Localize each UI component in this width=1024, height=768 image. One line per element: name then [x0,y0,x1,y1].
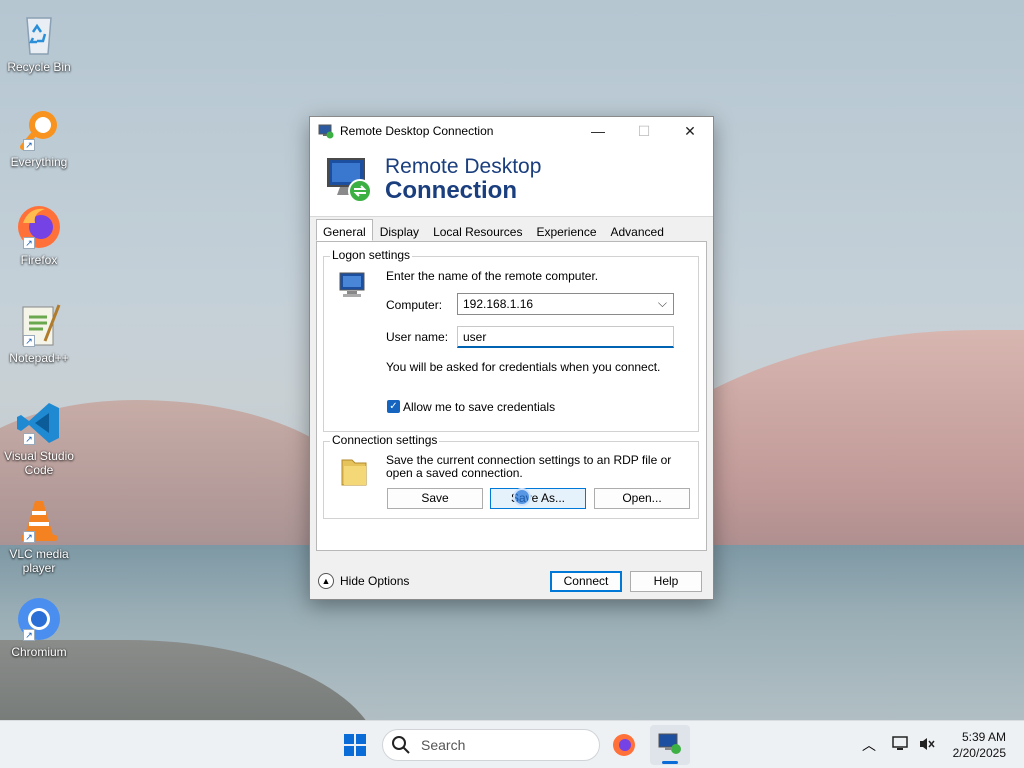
remote-desktop-monitor-icon [324,153,378,207]
vlc-cone-icon: ↗ [15,497,63,545]
desktop-icon-label: Notepad++ [9,351,69,365]
desktop-icon-recycle-bin[interactable]: Recycle Bin [4,10,74,74]
desktop-icon-label: Visual Studio Code [4,449,74,477]
taskbar-remote-desktop-button[interactable] [650,725,690,765]
banner-title-line2: Connection [385,177,517,204]
taskbar-firefox-icon[interactable] [612,733,636,760]
folder-icon [340,456,368,491]
save-credentials-checkbox[interactable]: ✓ [387,400,400,413]
maximize-button[interactable]: ☐ [621,117,667,145]
general-tab-panel: Logon settings Enter the name of the rem… [316,241,707,551]
logon-settings-title: Logon settings [330,248,413,262]
title-bar[interactable]: Remote Desktop Connection — ☐ ✕ [310,117,713,145]
everything-search-icon: ↗ [15,105,63,153]
network-icon[interactable] [892,736,910,755]
username-input[interactable]: user [457,326,674,348]
desktop-icon-label: Firefox [20,253,58,267]
help-button[interactable]: Help [630,571,702,592]
system-clock[interactable]: 5:39 AM 2/20/2025 [953,729,1006,761]
desktop-icon-everything[interactable]: ↗ Everything [4,105,74,169]
tab-advanced[interactable]: Advanced [604,221,671,241]
shortcut-arrow-icon: ↗ [23,433,35,445]
chevron-down-icon[interactable]: ⌵ [658,296,667,311]
shortcut-arrow-icon: ↗ [23,629,35,641]
hide-options-label: Hide Options [340,574,410,588]
volume-muted-icon[interactable] [918,736,936,755]
windows-logo-icon [344,734,354,744]
chromium-icon: ↗ [15,595,63,643]
search-icon [392,736,410,754]
firefox-icon: ↗ [15,203,63,251]
hide-options-toggle[interactable]: ▲ Hide Options [318,573,409,589]
taskbar-search-box[interactable]: Search [382,729,600,761]
shortcut-arrow-icon: ↗ [23,237,35,249]
vscode-icon: ↗ [15,399,63,447]
save-credentials-label[interactable]: Allow me to save credentials [403,400,555,414]
chevron-up-icon[interactable]: ︿ [862,735,876,755]
mouse-cursor-indicator [513,488,531,506]
logon-instruction: Enter the name of the remote computer. [386,269,599,283]
desktop-icon-label: Everything [10,155,68,169]
notepad-plus-plus-icon: ↗ [15,301,63,349]
dialog-banner: Remote Desktop Connection [310,145,713,217]
tab-display[interactable]: Display [373,221,426,241]
username-label: User name: [386,330,449,344]
tab-strip: General Display Local Resources Experien… [316,219,671,242]
desktop-icon-notepad-plus-plus[interactable]: ↗ Notepad++ [4,301,74,365]
banner-title-line1: Remote Desktop [385,155,542,178]
desktop-icon-label: Recycle Bin [7,60,71,74]
close-icon: ✕ [684,122,696,139]
tab-general[interactable]: General [316,219,373,241]
minimize-icon: — [591,123,605,139]
tab-experience[interactable]: Experience [529,221,603,241]
shortcut-arrow-icon: ↗ [23,531,35,543]
taskbar: Search ︿ 5:39 AM 2/20/2025 [0,720,1024,768]
start-button[interactable] [344,734,366,756]
remote-desktop-app-icon [658,733,681,754]
logon-settings-group: Logon settings Enter the name of the rem… [323,248,699,432]
open-button[interactable]: Open... [594,488,690,509]
connection-description: Save the current connection settings to … [386,453,672,480]
recycle-bin-icon [15,10,63,58]
desktop-icon-vscode[interactable]: ↗ Visual Studio Code [4,399,74,477]
remote-desktop-app-icon [318,123,334,139]
shortcut-arrow-icon: ↗ [23,139,35,151]
clock-time: 5:39 AM [961,730,1006,744]
desktop-icon-firefox[interactable]: ↗ Firefox [4,203,74,267]
computer-label: Computer: [386,298,443,312]
username-value: user [463,330,487,344]
search-placeholder: Search [421,737,466,753]
credentials-note: You will be asked for credentials when y… [386,360,661,374]
tab-local-resources[interactable]: Local Resources [426,221,529,241]
desktop-icon-vlc[interactable]: ↗ VLC media player [4,497,74,575]
clock-date: 2/20/2025 [952,746,1006,760]
computer-value: 192.168.1.16 [463,297,534,311]
shortcut-arrow-icon: ↗ [23,335,35,347]
save-button[interactable]: Save [387,488,483,509]
desktop-icon-label: VLC media player [9,547,69,575]
save-as-button[interactable]: Save As... [490,488,586,509]
minimize-button[interactable]: — [575,117,621,145]
connection-settings-title: Connection settings [330,433,440,447]
maximize-icon: ☐ [637,122,651,139]
remote-desktop-connection-window: Remote Desktop Connection — ☐ ✕ Remote D… [309,116,714,600]
chevron-up-icon: ▲ [318,573,334,589]
connection-settings-group: Connection settings Save the current con… [323,433,699,519]
desktop-icon-chromium[interactable]: ↗ Chromium [4,595,74,659]
computer-monitor-icon [338,271,370,304]
checkmark-icon: ✓ [389,401,398,412]
close-button[interactable]: ✕ [667,117,713,145]
desktop-icon-label: Chromium [11,645,67,659]
active-app-indicator [662,761,678,764]
window-title: Remote Desktop Connection [340,124,494,138]
computer-combobox[interactable]: 192.168.1.16 ⌵ [457,293,674,315]
connect-button[interactable]: Connect [550,571,622,592]
